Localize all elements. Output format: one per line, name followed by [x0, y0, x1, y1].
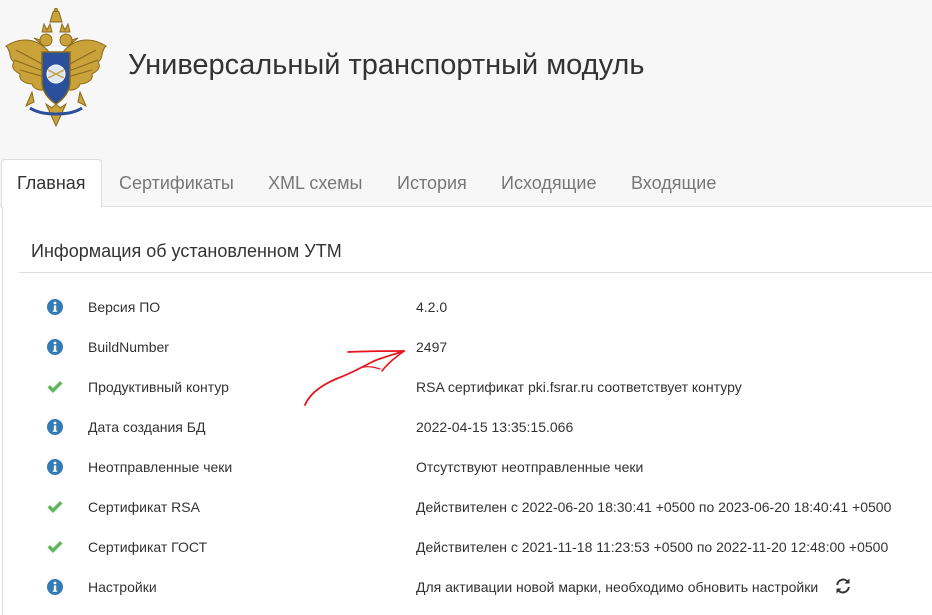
- info-row-build-number: BuildNumber 2497: [0, 328, 932, 368]
- row-value: 2497: [416, 339, 448, 355]
- tab-history[interactable]: История: [397, 159, 467, 207]
- main-tabs: Главная Сертификаты XML схемы История Ис…: [0, 159, 932, 208]
- row-label: Дата создания БД: [88, 419, 206, 435]
- info-row-unsent-receipts: Неотправленные чеки Отсутствуют неотправ…: [0, 448, 932, 488]
- tab-outgoing[interactable]: Исходящие: [501, 159, 596, 207]
- row-value: RSA сертификат pki.fsrar.ru соответствуе…: [416, 379, 742, 395]
- row-label: Сертификат RSA: [88, 499, 200, 515]
- row-label: Сертификат ГОСТ: [88, 539, 208, 555]
- row-label: BuildNumber: [88, 339, 169, 355]
- tab-incoming[interactable]: Входящие: [631, 159, 716, 207]
- row-value: Отсутствуют неотправленные чеки: [416, 459, 644, 475]
- eagle-emblem-icon: [5, 8, 107, 128]
- panel-divider: [19, 272, 932, 273]
- info-row-version: Версия ПО 4.2.0: [0, 288, 932, 328]
- row-label: Настройки: [88, 579, 157, 595]
- tab-home[interactable]: Главная: [1, 159, 102, 208]
- row-value: 2022-04-15 13:35:15.066: [416, 419, 574, 435]
- panel-title: Информация об установленном УТМ: [31, 241, 342, 261]
- info-icon: [47, 299, 63, 315]
- check-icon: [47, 541, 63, 553]
- check-icon: [47, 501, 63, 513]
- tab-xml-schemas[interactable]: XML схемы: [268, 159, 362, 207]
- row-label: Версия ПО: [88, 299, 161, 315]
- info-row-gost-certificate: Сертификат ГОСТ Действителен с 2021-11-1…: [0, 528, 932, 568]
- check-icon: [47, 381, 63, 393]
- info-icon: [47, 459, 63, 475]
- info-row-rsa-certificate: Сертификат RSA Действителен с 2022-06-20…: [0, 488, 932, 528]
- info-row-production-contour: Продуктивный контур RSA сертификат pki.f…: [0, 368, 932, 408]
- info-icon: [47, 579, 63, 595]
- app-title: Универсальный транспортный модуль: [128, 49, 645, 81]
- row-value: Для активации новой марки, необходимо об…: [416, 579, 819, 595]
- info-row-settings: Настройки Для активации новой марки, нео…: [0, 568, 932, 608]
- row-label: Продуктивный контур: [88, 379, 229, 395]
- refresh-icon[interactable]: [834, 577, 852, 595]
- row-value: Действителен с 2021-11-18 11:23:53 +0500…: [416, 539, 889, 555]
- info-icon: [47, 419, 63, 435]
- tab-certificates[interactable]: Сертификаты: [119, 159, 234, 207]
- row-label: Неотправленные чеки: [88, 459, 233, 475]
- utm-page: Универсальный транспортный модуль Главна…: [0, 0, 932, 615]
- info-icon: [47, 339, 63, 355]
- row-value: Действителен с 2022-06-20 18:30:41 +0500…: [416, 499, 892, 515]
- info-row-db-created: Дата создания БД 2022-04-15 13:35:15.066: [0, 408, 932, 448]
- row-value: 4.2.0: [416, 299, 448, 315]
